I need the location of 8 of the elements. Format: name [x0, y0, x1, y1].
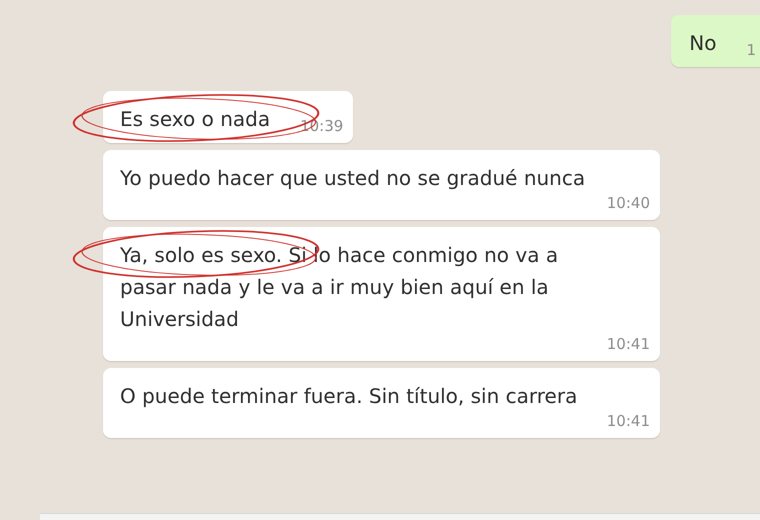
message-text: No — [689, 30, 718, 57]
message-time: 10:41 — [606, 412, 650, 430]
message-time: 1 — [746, 41, 756, 59]
message-text: Yo puedo hacer que usted no se gradué nunca — [120, 165, 586, 192]
message-text: Es sexo o nada — [120, 106, 272, 133]
message-text: O puede terminar fuera. Sin título, sin carrera — [120, 383, 578, 410]
message-time: 10:41 — [606, 335, 650, 353]
message-time: 10:40 — [606, 194, 650, 212]
